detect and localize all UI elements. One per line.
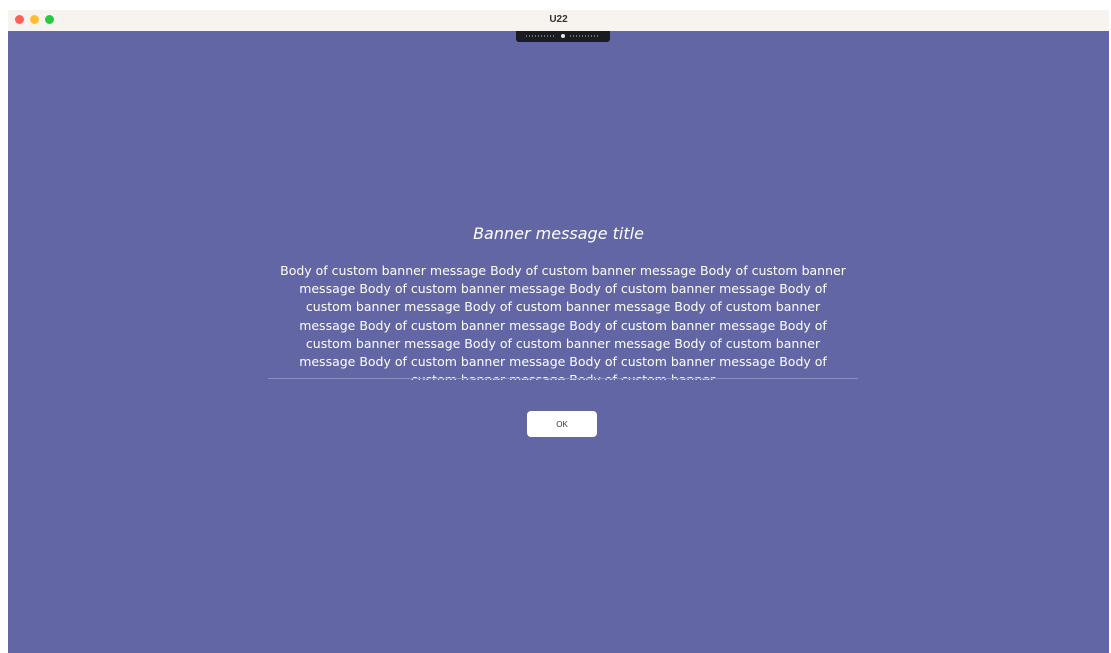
title-bar[interactable]: U22 — [8, 10, 1109, 32]
banner-body-scroll[interactable]: Body of custom banner message Body of cu… — [270, 262, 856, 380]
banner-title: Banner message title — [473, 224, 644, 243]
notch-grille-right — [570, 35, 600, 37]
app-window: U22 Banner message title Body of custom … — [8, 10, 1109, 653]
divider — [268, 378, 858, 379]
notch-grille-left — [526, 35, 556, 37]
ok-button[interactable]: OK — [527, 411, 597, 437]
banner-body: Body of custom banner message Body of cu… — [280, 263, 846, 380]
window-title: U22 — [549, 14, 568, 25]
camera-notch-icon — [516, 31, 610, 42]
camera-dot — [561, 34, 565, 38]
banner-screen: Banner message title Body of custom bann… — [8, 31, 1109, 653]
